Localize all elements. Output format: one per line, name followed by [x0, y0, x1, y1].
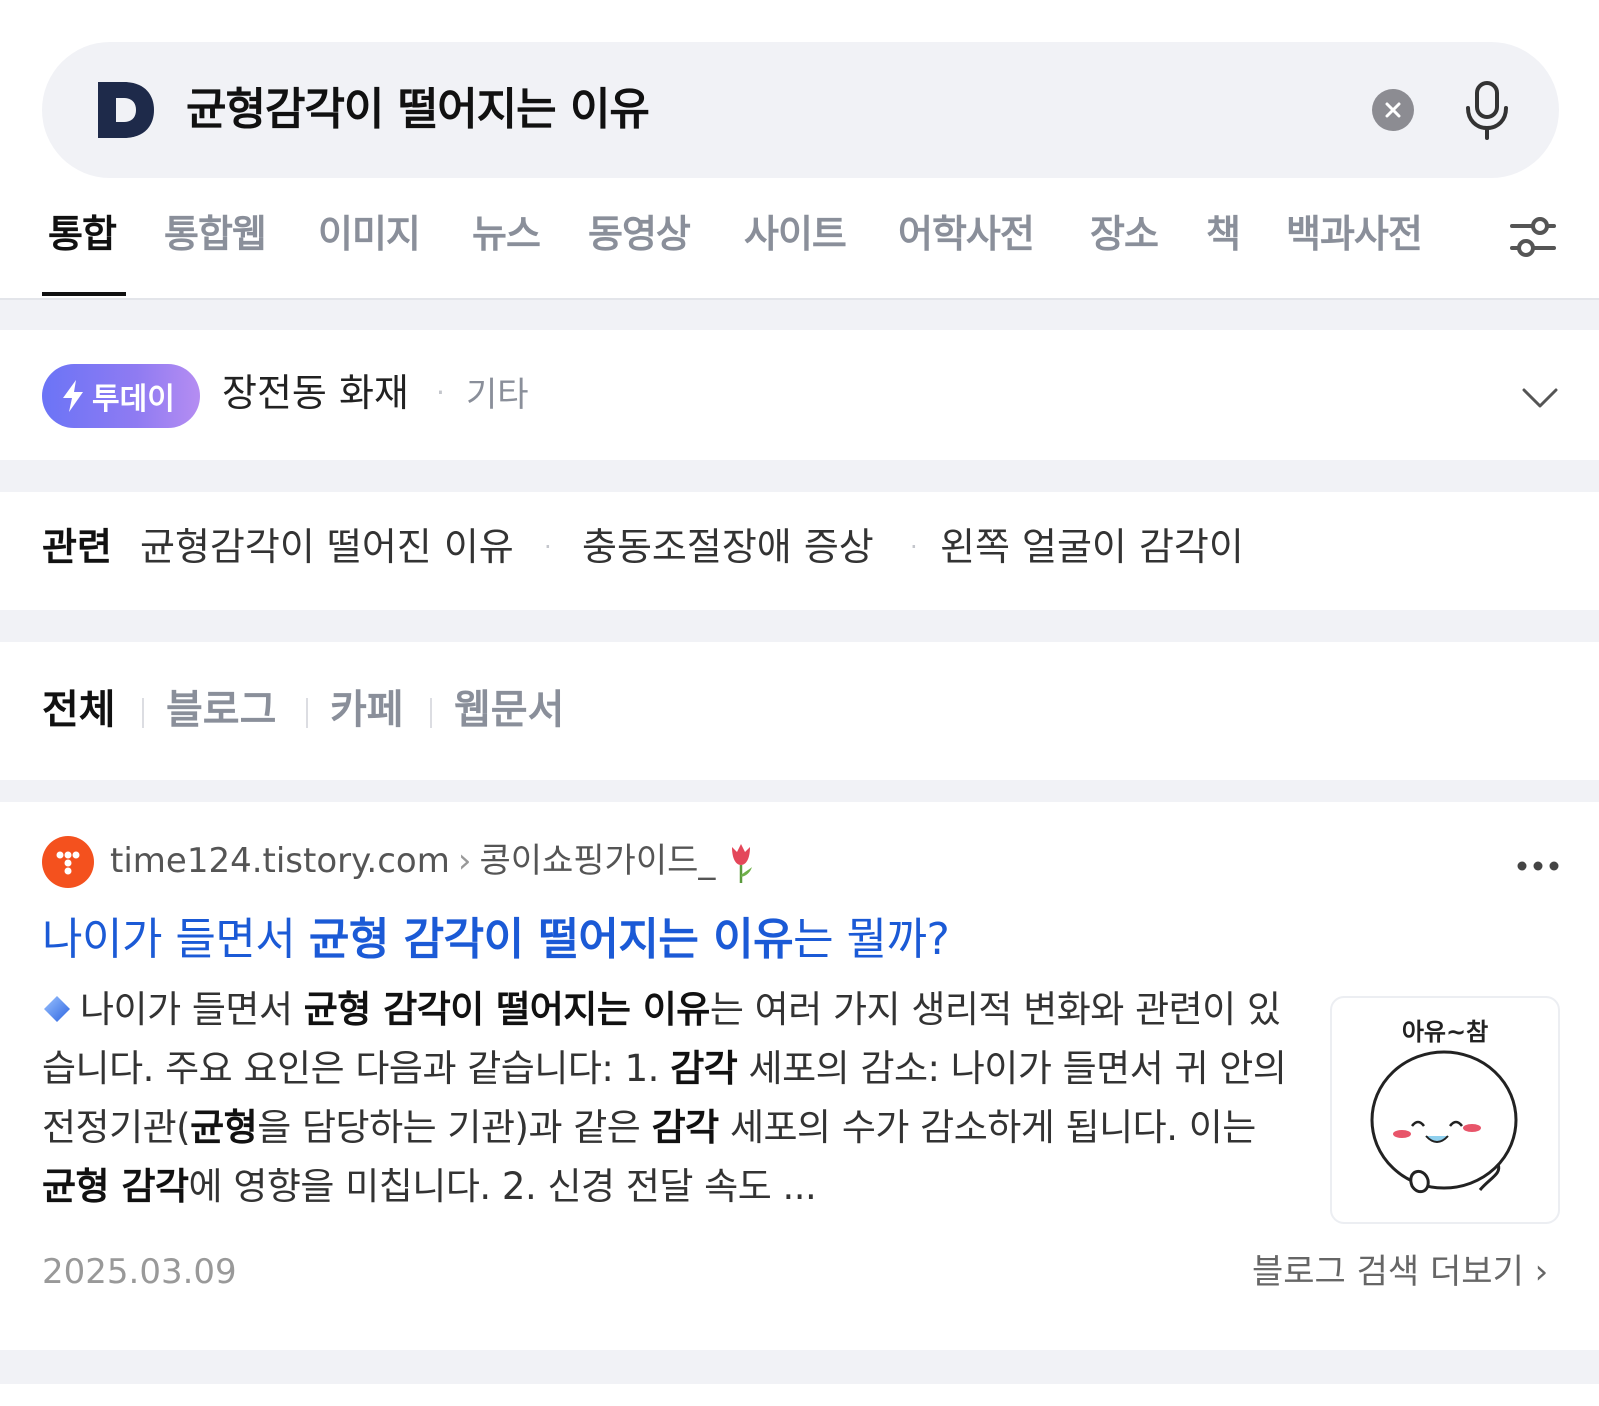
tab-books[interactable]: 책 [1206, 210, 1241, 258]
divider [306, 698, 308, 728]
divider [142, 698, 144, 728]
tulip-icon [732, 843, 753, 883]
mic-icon[interactable] [1462, 80, 1512, 142]
separator-dot: · [544, 533, 552, 561]
tab-images[interactable]: 이미지 [318, 210, 421, 258]
title-highlight: 균형 감각이 떨어지는 이유 [308, 914, 794, 965]
close-icon [1385, 102, 1401, 118]
today-badge-label: 투데이 [92, 382, 175, 417]
divider [430, 698, 432, 728]
blog-name: 콩이쇼핑가이드_ [479, 841, 716, 881]
title-text: 나이가 들면서 [42, 914, 309, 965]
filter-blog[interactable]: 블로그 [166, 684, 276, 736]
today-category: 기타 [466, 375, 529, 415]
blog-search-more-link[interactable]: 블로그 검색 더보기 › [1252, 1248, 1548, 1296]
tab-integrated-web[interactable]: 통합웹 [164, 210, 267, 258]
snippet-text: 에 영향을 미칩니다. 2. 신경 전달 속도 ... [188, 1165, 817, 1208]
source-filter: 전체 블로그 카페 웹문서 [0, 642, 1599, 780]
result-thumbnail[interactable]: 아유~참 [1330, 996, 1560, 1224]
tabs-divider [0, 298, 1599, 300]
snippet-text: 나이가 들면서 [80, 988, 304, 1031]
result-domain: time124.tistory.com [110, 841, 450, 881]
tab-encyclopedia[interactable]: 백과사전 [1286, 210, 1423, 258]
separator-dot: · [910, 533, 918, 561]
snippet-highlight: 균형 [190, 1106, 258, 1149]
snippet-text: 을 담당하는 기관)과 같은 [257, 1106, 652, 1149]
tab-news[interactable]: 뉴스 [472, 210, 541, 258]
related-item[interactable]: 충동조절장애 증상 [582, 522, 874, 572]
tab-dictionary[interactable]: 어학사전 [898, 210, 1035, 258]
chevron-right-icon: › [457, 841, 472, 881]
snippet-highlight: 균형 감각이 떨어지는 이유 [303, 988, 711, 1031]
title-text: 는 뭘까? [793, 914, 950, 965]
search-header: 균형감각이 떨어지는 이유 통합 통합웹 이미지 뉴스 동영상 사이트 어학사전… [0, 0, 1599, 300]
next-card-edge [0, 1384, 1599, 1406]
tistory-favicon-icon [42, 836, 94, 888]
chevron-down-icon[interactable] [1520, 378, 1560, 418]
result-source[interactable]: time124.tistory.com › 콩이쇼핑가이드_ [110, 836, 756, 886]
more-options-icon[interactable] [1516, 860, 1560, 872]
result-date: 2025.03.09 [42, 1252, 237, 1292]
active-tab-indicator [42, 292, 126, 296]
filter-settings-icon[interactable] [1508, 212, 1558, 262]
related-item[interactable]: 균형감각이 떨어진 이유 [140, 522, 514, 572]
search-result: time124.tistory.com › 콩이쇼핑가이드_ 나이가 들면서 균형 … [0, 802, 1599, 1350]
more-label: 블로그 검색 더보기 [1252, 1252, 1524, 1292]
snippet-highlight: 감각 [651, 1106, 720, 1149]
search-bar[interactable]: 균형감각이 떨어지는 이유 [42, 42, 1559, 178]
filter-cafe[interactable]: 카페 [330, 684, 404, 736]
search-input[interactable]: 균형감각이 떨어지는 이유 [186, 80, 650, 140]
today-badge: 투데이 [42, 364, 200, 428]
result-snippet: 나이가 들면서 균형 감각이 떨어지는 이유는 여러 가지 생리적 변화와 관련… [42, 980, 1292, 1216]
snippet-highlight: 균형 감각 [42, 1165, 189, 1208]
tab-places[interactable]: 장소 [1090, 210, 1159, 258]
diamond-icon [44, 996, 70, 1022]
related-searches: 관련 균형감각이 떨어진 이유 · 충동조절장애 증상 · 왼쪽 얼굴이 감각이 [0, 492, 1599, 610]
chevron-right-icon: › [1523, 1252, 1549, 1292]
separator-dot: · [436, 376, 445, 409]
today-trending-card[interactable]: 투데이 장전동 화재 · 기타 [0, 330, 1599, 460]
result-title-link[interactable]: 나이가 들면서 균형 감각이 떨어지는 이유는 뭘까? [42, 910, 950, 970]
lightning-icon [63, 380, 83, 412]
filter-web-docs[interactable]: 웹문서 [454, 684, 564, 736]
cartoon-character-icon [1370, 1050, 1518, 1194]
tab-integrated[interactable]: 통합 [48, 210, 117, 258]
daum-logo-icon[interactable] [94, 78, 158, 142]
related-label: 관련 [42, 525, 112, 569]
clear-search-button[interactable] [1372, 89, 1414, 131]
related-item[interactable]: 왼쪽 얼굴이 감각이 [940, 522, 1244, 572]
filter-all[interactable]: 전체 [42, 684, 116, 736]
snippet-highlight: 감각 [670, 1047, 738, 1090]
category-tabs: 통합 통합웹 이미지 뉴스 동영상 사이트 어학사전 장소 책 백과사전 [0, 196, 1599, 300]
tab-site[interactable]: 사이트 [744, 210, 847, 258]
tab-video[interactable]: 동영상 [588, 210, 691, 258]
today-title[interactable]: 장전동 화재 [222, 368, 409, 418]
snippet-text: 세포의 수가 감소하게 됩니다. 이는 [718, 1106, 1256, 1149]
